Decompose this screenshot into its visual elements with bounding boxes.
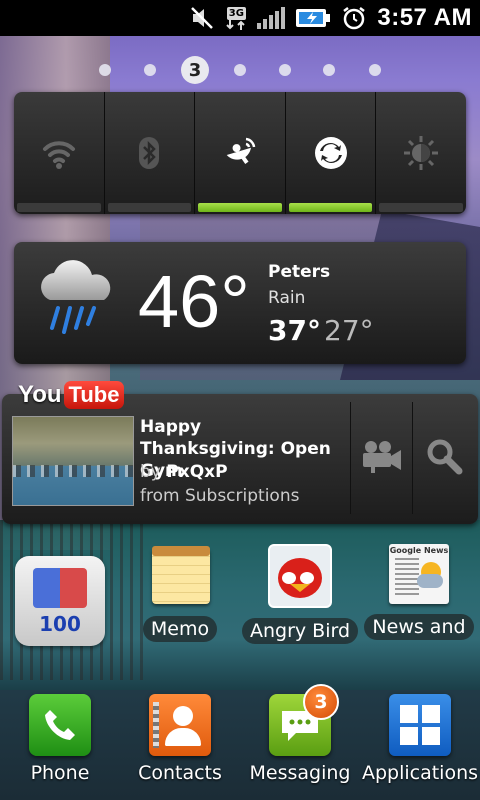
page-dot[interactable] [234,64,246,76]
battery-charging-icon [295,7,331,29]
status-bar[interactable]: 3G 3:57 AM [0,0,480,36]
messaging-app[interactable]: 3 Messaging [240,684,360,784]
page-dot[interactable] [369,64,381,76]
app-label: Angry Bird [241,618,359,644]
youtube-logo[interactable]: You Tube [18,380,125,410]
page-dot-current[interactable]: 3 [181,56,209,84]
current-temperature: 46° [138,260,250,343]
angry-birds-app[interactable]: Angry Bird [238,544,362,644]
dock-label: Contacts [138,762,222,784]
wifi-indicator [17,203,101,212]
memory-booster-app[interactable]: 100 [12,556,108,646]
dock-label: Applications [361,762,479,784]
wifi-icon [39,133,79,173]
search-icon [425,437,463,479]
youtube-search-button[interactable] [412,402,475,514]
3g-data-icon: 3G [225,6,247,30]
record-video-icon [361,439,403,477]
page-indicator[interactable]: 3 [0,56,480,84]
youtube-widget: Happy Thanksgiving: Open Gym by PxQxP fr… [2,394,478,524]
sync-icon [311,133,351,173]
memory-booster-icon: 100 [15,556,105,646]
memo-icon [148,546,212,608]
news-weather-app[interactable]: Google News News and [362,544,476,640]
bluetooth-toggle[interactable] [105,92,196,214]
angry-birds-icon [268,544,332,608]
unread-count-badge: 3 [303,684,339,720]
phone-icon [29,694,91,756]
gps-indicator [198,203,282,212]
low-temperature: 27° [324,314,374,347]
high-temperature: 37° [268,314,321,347]
video-thumbnail[interactable] [12,416,134,506]
alarm-icon [341,5,367,31]
weather-widget[interactable]: 46° Peters Rain 37° 27° [14,242,466,364]
phone-app[interactable]: Phone [0,694,120,784]
record-video-button[interactable] [350,402,413,514]
applications-button[interactable]: Applications [360,694,480,784]
video-author: by PxQxP [140,462,228,482]
applications-grid-icon [389,694,451,756]
sync-toggle[interactable] [286,92,377,214]
weather-location: Peters [268,262,331,282]
page-dot[interactable] [144,64,156,76]
video-source: from Subscriptions [140,486,300,506]
wifi-toggle[interactable] [14,92,105,214]
brightness-icon [401,133,441,173]
bluetooth-icon [129,133,169,173]
gps-toggle[interactable] [195,92,286,214]
contacts-icon [149,694,211,756]
news-weather-icon: Google News [389,544,449,604]
memo-app[interactable]: Memo [142,546,218,642]
bluetooth-indicator [107,203,192,212]
dock-label: Phone [30,762,90,784]
dock-label: Messaging [249,762,351,784]
brightness-toggle[interactable] [376,92,466,214]
power-control-widget [14,92,466,214]
rain-cloud-icon [32,254,120,346]
page-dot[interactable] [99,64,111,76]
clock: 3:57 AM [377,4,472,31]
sync-indicator [288,203,373,212]
weather-condition: Rain [268,288,306,308]
app-label: Memo [142,616,218,642]
app-label: News and [364,614,474,640]
page-dot[interactable] [279,64,291,76]
page-dot[interactable] [323,64,335,76]
mute-icon [189,5,215,31]
contacts-app[interactable]: Contacts [120,694,240,784]
brightness-indicator [379,203,463,212]
signal-icon [257,7,286,29]
gps-icon [220,133,260,173]
